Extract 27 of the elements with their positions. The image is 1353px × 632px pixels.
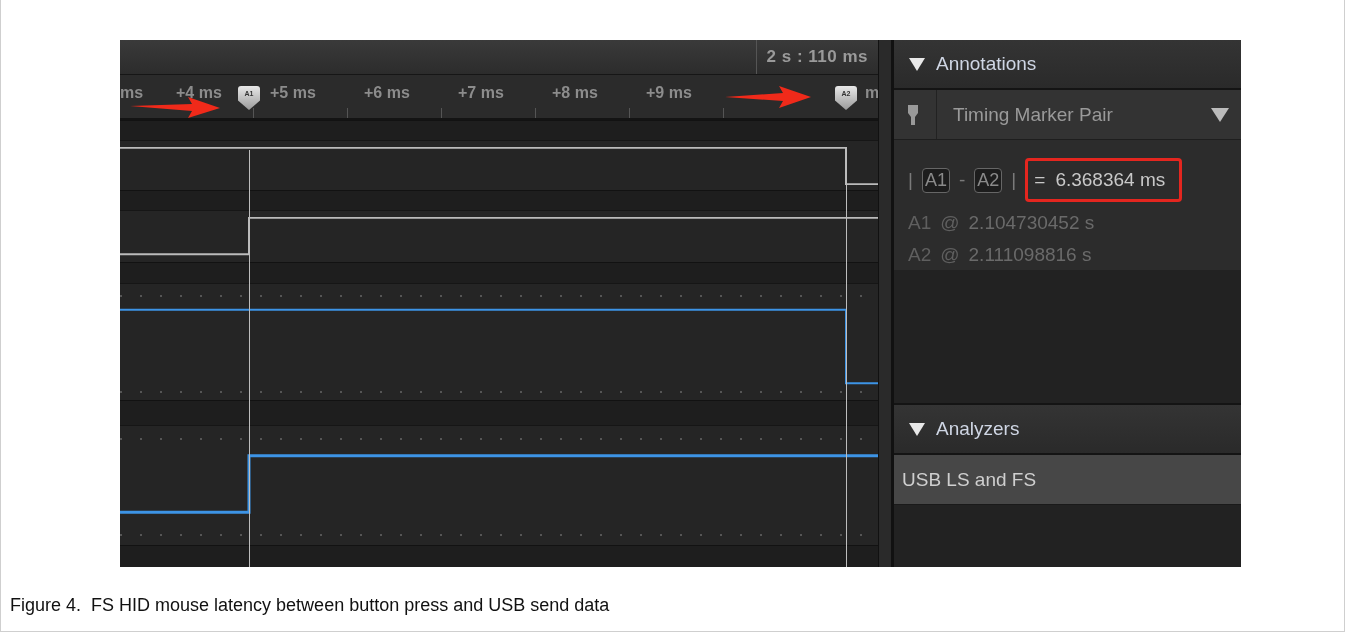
triangle-icon[interactable]: [908, 56, 926, 72]
caret-icon[interactable]: [1211, 107, 1229, 122]
tick-label: +6 ms: [364, 84, 410, 102]
tick-label: +9 ms: [646, 84, 692, 102]
marker-time: 2.104730452 s: [968, 212, 1095, 234]
pin-icon: [908, 104, 918, 125]
bar-symbol: |: [1011, 169, 1017, 191]
marker-label: A2: [974, 167, 1003, 193]
analyzer-item[interactable]: USB LS and FS: [894, 455, 1241, 505]
panel-title: Analyzers: [936, 418, 1020, 440]
minus-symbol: -: [958, 169, 966, 191]
panel-title: Annotations: [936, 53, 1037, 75]
figure-caption: Figure 4. FS HID mouse latency between button press and USB send data: [10, 595, 611, 616]
triangle-icon[interactable]: [908, 421, 926, 437]
tick-label: ms: [120, 84, 144, 102]
bar-symbol: |: [908, 169, 913, 191]
marker-time: 2.111098816 s: [968, 244, 1092, 266]
tick-label: +8 ms: [552, 84, 598, 102]
tick-label: +5 ms: [270, 84, 316, 102]
marker-label: A1: [921, 167, 950, 193]
scrollbar[interactable]: [878, 40, 894, 567]
at-symbol: @: [940, 244, 960, 266]
at-symbol: @: [940, 212, 960, 234]
tick-label: +7 ms: [458, 84, 504, 102]
tick-label: +4 ms: [176, 84, 222, 102]
tick-label: m: [865, 84, 878, 102]
difference-value: = 6.368364 ms: [1025, 158, 1183, 202]
